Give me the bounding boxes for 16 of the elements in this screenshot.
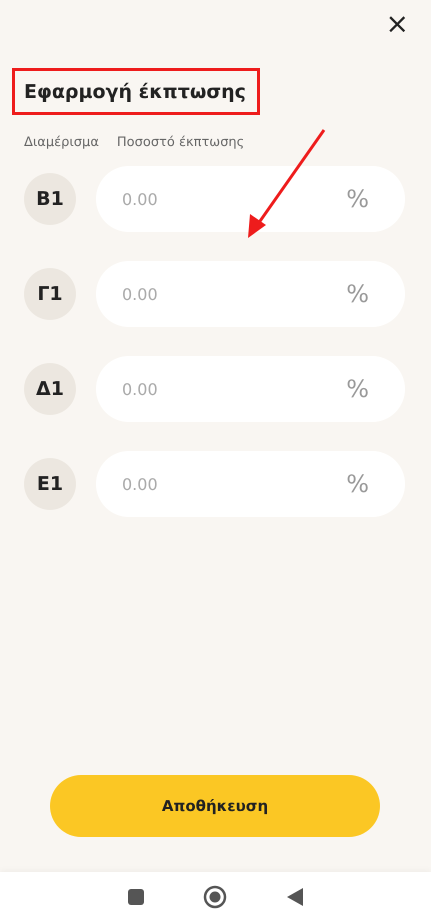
unit-badge: Δ1	[24, 363, 76, 415]
percent-sign: %	[346, 375, 369, 403]
column-label: Διαμέρισμα	[24, 135, 99, 150]
unit-badge: Ε1	[24, 458, 76, 510]
back-icon[interactable]	[286, 887, 304, 907]
percent-sign: %	[346, 280, 369, 308]
unit-badge: Β1	[24, 173, 76, 225]
column-label: Ποσοστό έκπτωσης	[116, 135, 244, 150]
page-title: Εφαρμογή έκπτωσης	[24, 80, 246, 102]
square-icon[interactable]	[127, 888, 146, 906]
save-button[interactable]: Αποθήκευση	[50, 775, 380, 837]
percent-sign: %	[346, 185, 369, 213]
percent-sign: %	[346, 470, 369, 498]
home-icon[interactable]	[203, 885, 228, 909]
unit-badge: Γ1	[24, 268, 76, 320]
close-button[interactable]: ×	[382, 10, 413, 38]
